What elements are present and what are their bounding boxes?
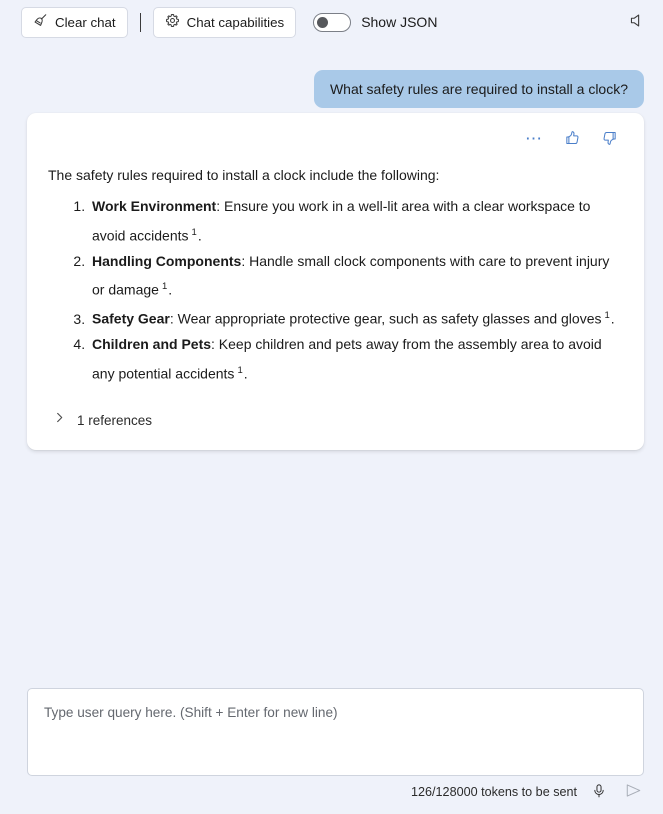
clear-chat-label: Clear chat bbox=[55, 14, 116, 30]
microphone-button[interactable] bbox=[587, 780, 611, 804]
gear-icon bbox=[165, 13, 180, 31]
list-item-title: Handling Components bbox=[92, 252, 242, 269]
chat-capabilities-button[interactable]: Chat capabilities bbox=[152, 6, 297, 38]
dislike-button[interactable] bbox=[599, 128, 621, 150]
more-options-button[interactable]: ⋯ bbox=[523, 128, 545, 150]
list-item-title: Children and Pets bbox=[92, 336, 212, 353]
citation-link[interactable]: 1 bbox=[604, 310, 609, 321]
chevron-right-icon bbox=[53, 411, 66, 429]
list-item-trailing: . bbox=[168, 281, 173, 298]
query-input[interactable] bbox=[42, 701, 629, 763]
like-button[interactable] bbox=[561, 128, 583, 150]
assistant-actions: ⋯ bbox=[48, 113, 623, 165]
send-icon bbox=[625, 782, 642, 802]
list-item: Children and Pets: Keep children and pet… bbox=[89, 332, 623, 387]
thumbs-up-icon bbox=[564, 130, 580, 149]
user-message-row: What safety rules are required to instal… bbox=[0, 70, 663, 108]
toolbar: Clear chat Chat capabilities Show JSON bbox=[0, 0, 663, 44]
list-item: Safety Gear: Wear appropriate protective… bbox=[89, 303, 623, 332]
show-json-label: Show JSON bbox=[361, 14, 438, 30]
references-toggle[interactable]: 1 references bbox=[53, 411, 152, 429]
citation-link[interactable]: 1 bbox=[162, 281, 167, 292]
clear-chat-button[interactable]: Clear chat bbox=[21, 6, 128, 38]
list-item: Work Environment: Ensure you work in a w… bbox=[89, 194, 623, 249]
broom-icon bbox=[33, 13, 48, 31]
token-count-label: 126/128000 tokens to be sent bbox=[411, 785, 577, 799]
composer-box bbox=[27, 688, 644, 776]
speaker-mute-button[interactable] bbox=[621, 6, 653, 38]
toggle-knob bbox=[317, 16, 329, 28]
list-item-trailing: . bbox=[243, 365, 248, 382]
composer-status-row: 126/128000 tokens to be sent bbox=[0, 780, 663, 804]
citation-link[interactable]: 1 bbox=[237, 365, 242, 376]
toolbar-divider bbox=[139, 12, 141, 32]
assistant-intro-text: The safety rules required to install a c… bbox=[48, 167, 440, 183]
user-message-bubble: What safety rules are required to instal… bbox=[313, 70, 644, 108]
send-button[interactable] bbox=[621, 780, 645, 804]
speaker-mute-icon bbox=[629, 12, 646, 32]
references-label: 1 references bbox=[77, 412, 153, 428]
thumbs-down-icon bbox=[602, 130, 618, 149]
microphone-icon bbox=[591, 783, 607, 802]
list-item-title: Work Environment bbox=[92, 198, 217, 214]
assistant-response-card: ⋯ The safety rules required to install a… bbox=[27, 113, 644, 451]
show-json-toggle-group: Show JSON bbox=[313, 12, 438, 32]
list-item: Handling Components: Handle small clock … bbox=[89, 249, 623, 304]
citation-link[interactable]: 1 bbox=[192, 227, 197, 238]
chat-capabilities-label: Chat capabilities bbox=[186, 14, 285, 30]
ellipsis-icon: ⋯ bbox=[525, 129, 543, 148]
list-item-title: Safety Gear bbox=[92, 310, 170, 327]
show-json-toggle[interactable] bbox=[313, 12, 352, 32]
list-item-trailing: . bbox=[197, 227, 202, 244]
list-item-trailing: . bbox=[610, 310, 615, 327]
list-item-text: : Wear appropriate protective gear, such… bbox=[169, 310, 602, 327]
safety-rules-list: Work Environment: Ensure you work in a w… bbox=[48, 194, 623, 387]
